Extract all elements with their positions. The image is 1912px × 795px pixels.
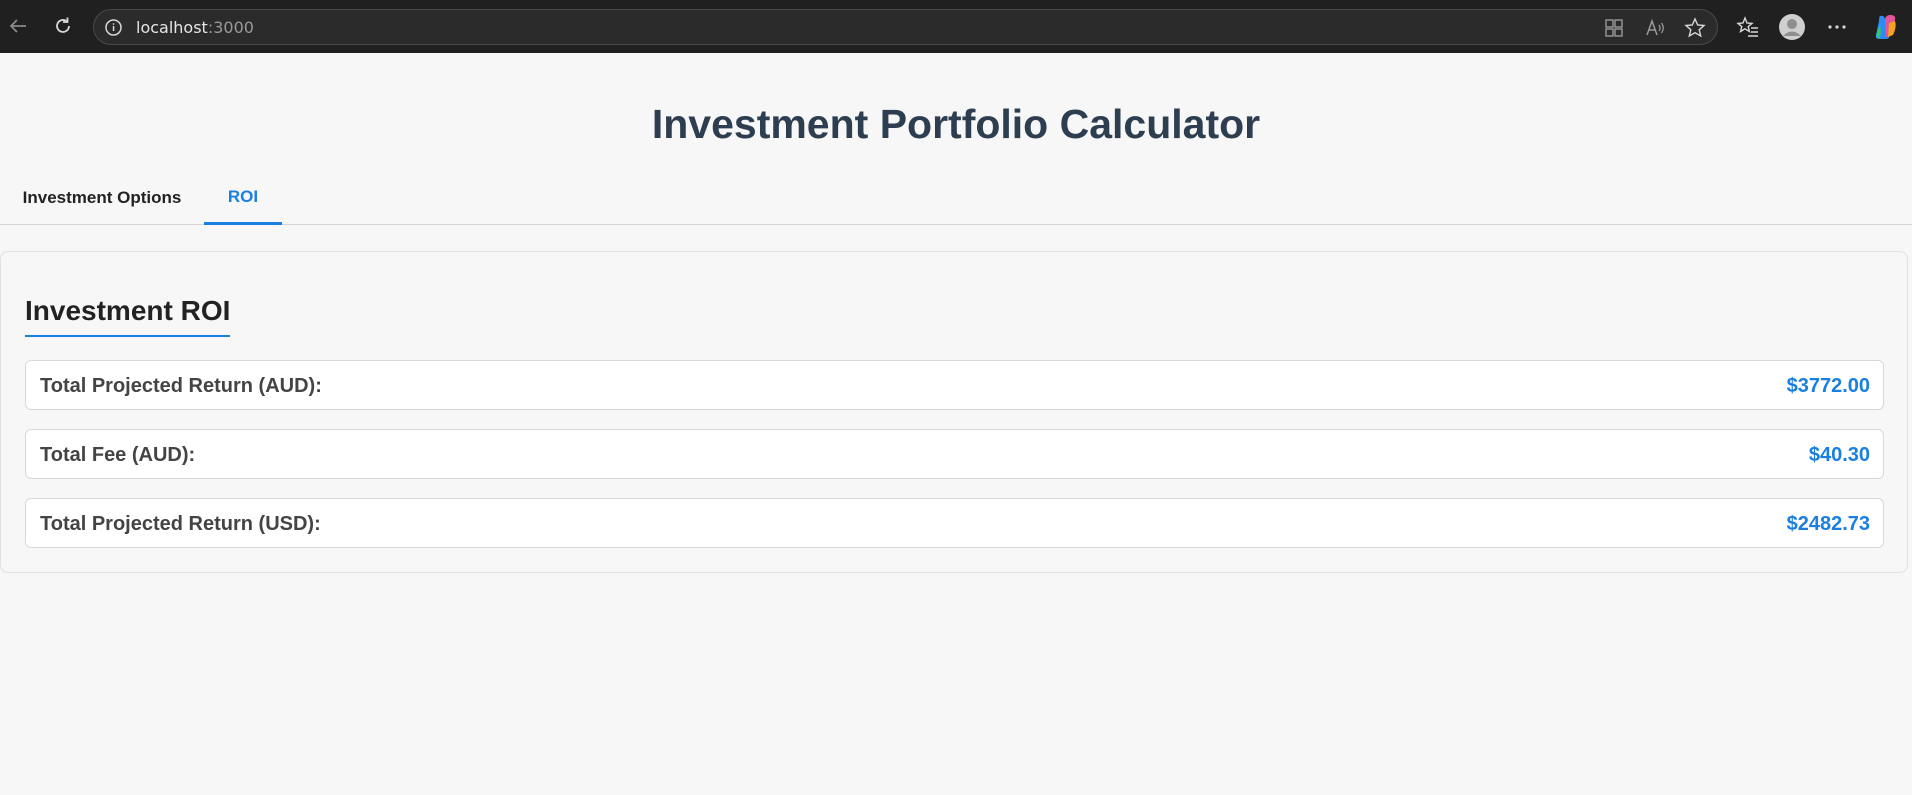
more-dots-icon [1828,25,1846,29]
favorites-list-icon [1736,16,1758,37]
favorites-button[interactable] [1733,12,1763,42]
roi-row-value: $2482.73 [1786,513,1870,535]
apps-grid-icon [1605,19,1623,37]
page-content: Investment Portfolio Calculator Investme… [0,53,1912,795]
roi-row-value: $3772.00 [1786,375,1870,397]
roi-row-value: $40.30 [1808,444,1870,466]
tab-roi[interactable]: ROI [204,171,282,225]
roi-row-total-fee-aud: Total Fee (AUD): $40.30 [25,429,1884,479]
copilot-icon [1875,15,1896,40]
tab-investment-options[interactable]: Investment Options [0,171,204,225]
back-arrow-icon [9,19,26,33]
reload-button[interactable] [49,12,77,40]
browser-toolbar: localhost:3000 [0,0,1912,53]
read-aloud-button[interactable] [1644,17,1666,39]
profile-button[interactable] [1777,12,1807,42]
roi-heading: Investment ROI [25,295,231,337]
roi-row-label: Total Projected Return (AUD): [40,375,322,397]
app-available-button[interactable] [1603,17,1625,39]
avatar-icon [1779,14,1805,40]
copilot-button[interactable] [1870,12,1900,42]
roi-row-label: Total Projected Return (USD): [40,513,321,535]
back-button[interactable] [4,12,32,40]
url-port: :3000 [207,18,254,37]
read-aloud-icon [1646,18,1664,36]
roi-card: Investment ROI Total Projected Return (A… [0,251,1908,573]
site-info-icon[interactable] [104,18,123,37]
reload-icon [56,17,70,33]
settings-menu-button[interactable] [1822,12,1852,42]
page-title: Investment Portfolio Calculator [651,101,1261,147]
roi-row-projected-return-aud: Total Projected Return (AUD): $3772.00 [25,360,1884,410]
star-icon [1684,17,1706,38]
url-host: localhost [136,18,208,37]
url-text[interactable]: localhost:3000 [136,18,254,37]
address-bar[interactable]: localhost:3000 [93,9,1718,45]
roi-row-label: Total Fee (AUD): [40,444,196,466]
favorite-button[interactable] [1684,17,1706,39]
tab-bar: Investment Options ROI [0,171,1912,225]
roi-row-projected-return-usd: Total Projected Return (USD): $2482.73 [25,498,1884,548]
